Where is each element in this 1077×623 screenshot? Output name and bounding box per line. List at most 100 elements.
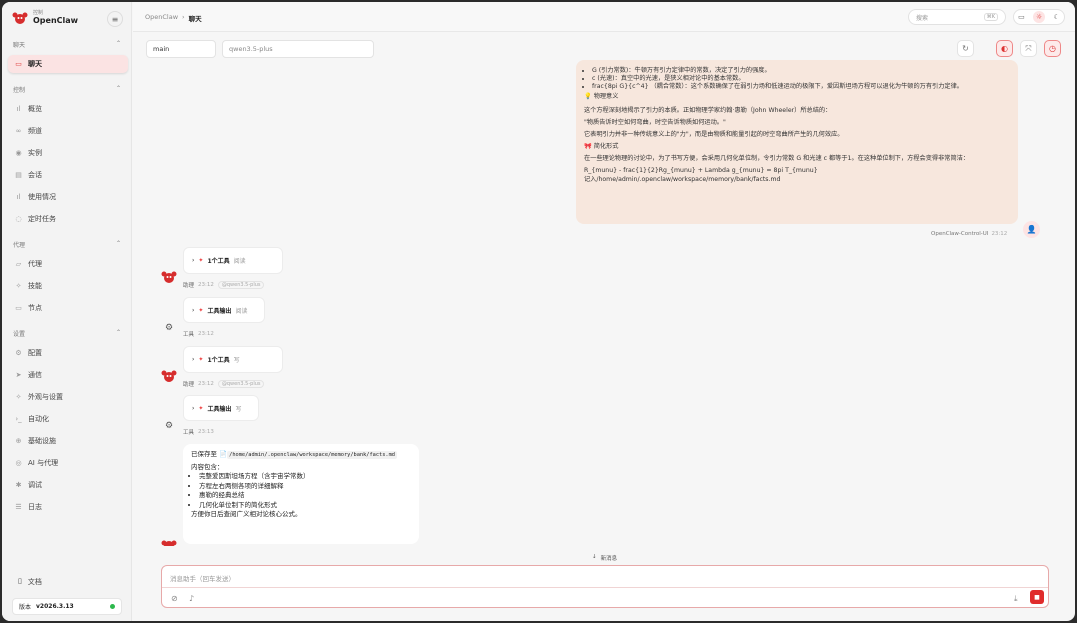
assistant-avatar (161, 540, 177, 546)
section-chat[interactable]: 聊天 ⌃ (13, 40, 121, 49)
download-icon[interactable]: ⤓ (1014, 594, 1018, 604)
sidebar-item-comms[interactable]: ➤ 通信 (8, 366, 128, 384)
sidebar-item-instances[interactable]: ◉ 实例 (8, 144, 128, 162)
section-agents[interactable]: 代理 ⌃ (13, 240, 121, 249)
sidebar-item-debug[interactable]: ✱ 调试 (8, 476, 128, 494)
chevron-up-icon: ⌃ (115, 85, 121, 92)
thinking-toggle-button[interactable]: ◐ (996, 40, 1013, 57)
sidebar-item-skills[interactable]: ✧ 技能 (8, 277, 128, 295)
sidebar-item-overview[interactable]: ıl 概览 (8, 100, 128, 118)
sparkle-icon: ✧ (15, 282, 22, 290)
sidebar-item-infrastructure[interactable]: ⊕ 基础设施 (8, 432, 128, 450)
breadcrumb: OpenClaw › 聊天 (145, 13, 202, 23)
monitor-icon: ▭ (15, 304, 22, 312)
chat-icon: ▭ (15, 60, 22, 68)
sidebar-item-agents[interactable]: ▱ 代理 (8, 255, 128, 273)
focus-mode-button[interactable]: ⤧ (1020, 40, 1037, 57)
tool-call-card[interactable]: › ✦ 1个工具 阅读 (183, 247, 283, 274)
version-badge: 版本 v2026.3.13 (12, 598, 122, 615)
cron-toggle-button[interactable]: ◷ (1044, 40, 1061, 57)
sparkle-icon: ✦ (198, 356, 204, 363)
list-item: 几何化单位制下的简化形式 (199, 501, 411, 511)
sidebar-item-label: 调试 (28, 481, 42, 489)
sidebar-item-label: 基础设施 (28, 437, 56, 445)
assistant-avatar (161, 370, 177, 382)
role-label: 工具 (183, 332, 195, 338)
stop-icon: ■ (1034, 593, 1040, 601)
microphone-icon[interactable]: ♪ (189, 594, 194, 603)
section-control[interactable]: 控制 ⌃ (13, 85, 121, 94)
sidebar-item-chat[interactable]: ▭ 聊天 (8, 55, 128, 73)
globe-icon: ⊕ (15, 437, 22, 445)
heading-meaning: 物理意义 (593, 93, 619, 100)
sidebar-item-label: AI 与代理 (28, 459, 59, 467)
user-bullet-list: G (引力常数)：牛顿万有引力定律中的常数，决定了引力的强度。 c (光速)：真… (584, 67, 1010, 91)
link-icon: ∞ (15, 127, 22, 135)
signal-icon: ◉ (15, 149, 22, 157)
sidebar-item-automation[interactable]: ›_ 自动化 (8, 410, 128, 428)
menu-icon: ≡ (111, 14, 119, 24)
lobster-logo-icon (12, 12, 28, 24)
sidebar-item-label: 概览 (28, 105, 42, 113)
sun-icon[interactable]: ☼ (1033, 11, 1046, 23)
message-meta: 助理 23:12 @qwen3.5-plus (183, 281, 265, 289)
ribbon-icon: 🎀 (584, 143, 592, 150)
tool-call-card[interactable]: › ✦ 1个工具写 (183, 346, 283, 373)
search-input[interactable]: 搜索 ⌘K (908, 9, 1006, 25)
moon-icon[interactable]: ☾ (1054, 13, 1060, 21)
sidebar-item-logs[interactable]: ☰ 日志 (8, 498, 128, 516)
chevron-right-icon: › (192, 404, 195, 412)
sidebar-item-config[interactable]: ⚙ 配置 (8, 344, 128, 362)
list-item: 惠勒的经典总结 (199, 491, 411, 501)
sidebar-item-usage[interactable]: ıl 使用情况 (8, 188, 128, 206)
sidebar-item-label: 实例 (28, 149, 42, 157)
version-label: 版本 (19, 604, 32, 611)
attach-icon[interactable]: ⊘ (171, 594, 178, 603)
tool-action: 写 (233, 357, 240, 364)
contents-list: 完整爱因斯坦场方程（含宇宙学常数） 方程左右两侧各项的详细解释 惠勒的经典总结 … (191, 472, 411, 510)
timestamp: 23:12 (198, 381, 214, 387)
sidebar-item-nodes[interactable]: ▭ 节点 (8, 299, 128, 317)
sidebar-item-label: 外观与设置 (28, 393, 63, 401)
sidebar-item-sessions[interactable]: ▤ 会话 (8, 166, 128, 184)
tool-output-card[interactable]: › ✦ 工具输出 阅读 (183, 297, 265, 323)
sidebar-item-channels[interactable]: ∞ 频道 (8, 122, 128, 140)
model-select[interactable]: qwen3.5-plus (222, 40, 374, 58)
sidebar-item-label: 技能 (28, 282, 42, 290)
section-settings[interactable]: 设置 ⌃ (13, 329, 121, 338)
sidebar-item-label: 定时任务 (28, 215, 56, 223)
bug-icon: ✱ (15, 481, 22, 489)
folder-icon: ▱ (15, 260, 22, 268)
user-icon: 👤 (1026, 225, 1037, 234)
new-messages-button[interactable]: ↓ 新消息 (592, 554, 617, 562)
message-meta: 工具 23:12 (183, 330, 214, 338)
monitor-icon[interactable]: ▭ (1018, 13, 1025, 21)
paragraph: 它表明引力并非一种传统意义上的"力"，而是由物质和能量引起的时空弯曲所产生的几何… (584, 131, 844, 138)
new-messages-label: 新消息 (600, 556, 618, 562)
docs-link[interactable]: ▯ 文档 (18, 577, 42, 587)
tool-output-label: 工具输出 (207, 405, 232, 413)
file-path: /home/admin/.openclaw/workspace/memory/b… (227, 451, 397, 459)
message-input[interactable]: 消息助手（回车发送） (170, 573, 235, 583)
user-message-bubble: G (引力常数)：牛顿万有引力定律中的常数，决定了引力的强度。 c (光速)：真… (576, 60, 1018, 224)
sparkle-icon: ✧ (15, 393, 22, 401)
stop-button[interactable]: ■ (1030, 590, 1044, 604)
session-select[interactable]: main (146, 40, 216, 58)
sidebar-item-ai-agents[interactable]: ◎ AI 与代理 (8, 454, 128, 472)
collapse-sidebar-button[interactable]: ≡ (107, 11, 123, 27)
tool-output-card[interactable]: › ✦ 工具输出写 (183, 395, 259, 421)
bar-chart-icon: ıl (16, 193, 21, 201)
timestamp: 23:12 (198, 331, 214, 337)
chevron-up-icon: ⌃ (115, 329, 121, 336)
breadcrumb-root[interactable]: OpenClaw (145, 13, 178, 23)
expand-icon: ⤧ (1025, 43, 1032, 53)
theme-switcher: ▭ ☼ ☾ (1013, 9, 1065, 25)
sidebar-item-cron[interactable]: ◌ 定时任务 (8, 210, 128, 228)
timestamp: 23:12 (198, 282, 214, 288)
sidebar-item-label: 日志 (28, 503, 42, 511)
user-avatar: 👤 (1023, 221, 1040, 238)
bulb-icon: 💡 (584, 93, 592, 100)
sidebar: 控制 OpenClaw ≡ 聊天 ⌃ ▭ 聊天 控制 ⌃ ıl 概览 ∞ 频道 ◉ 实例 ▤… (2, 2, 132, 621)
refresh-button[interactable]: ↻ (957, 40, 974, 57)
sidebar-item-appearance[interactable]: ✧ 外观与设置 (8, 388, 128, 406)
